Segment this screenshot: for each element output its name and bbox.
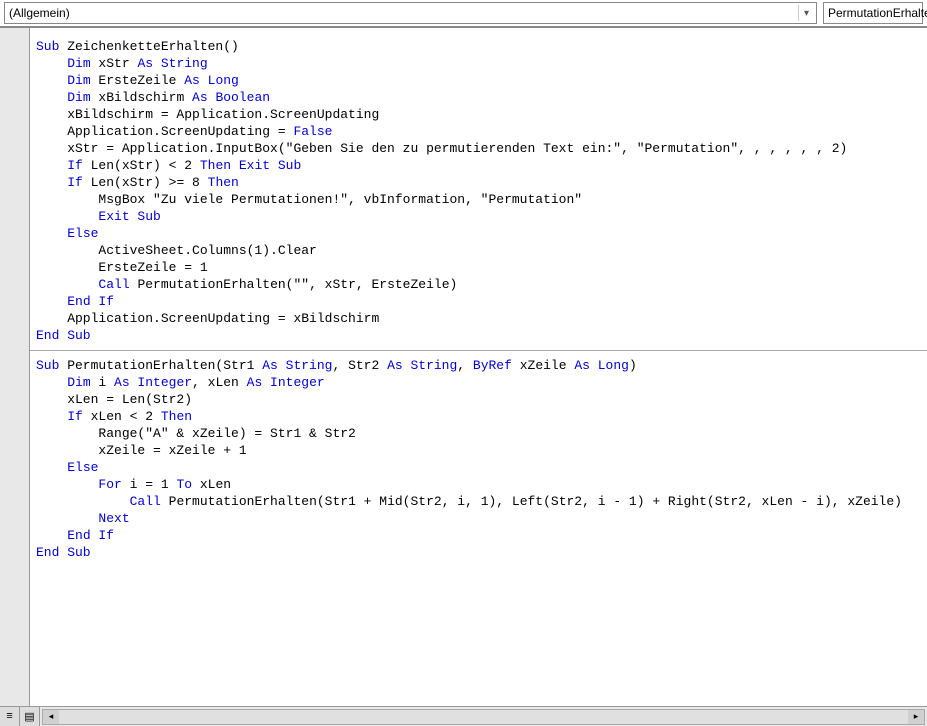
code-line: MsgBox "Zu viele Permutationen!", vbInfo… bbox=[36, 191, 921, 208]
margin-indicator-bar bbox=[0, 28, 30, 706]
code-line: Dim xBildschirm As Boolean bbox=[36, 89, 921, 106]
code-line: Else bbox=[36, 225, 921, 242]
procedure-dropdown-value: PermutationErhalte bbox=[828, 6, 927, 20]
code-line: Application.ScreenUpdating = False bbox=[36, 123, 921, 140]
view-buttons: ≡ ▤ bbox=[0, 707, 40, 726]
editor-wrap: Sub ZeichenketteErhalten() Dim xStr As S… bbox=[0, 27, 927, 706]
code-line: End If bbox=[36, 527, 921, 544]
code-line: Else bbox=[36, 459, 921, 476]
code-editor[interactable]: Sub ZeichenketteErhalten() Dim xStr As S… bbox=[30, 28, 927, 706]
code-line: If xLen < 2 Then bbox=[36, 408, 921, 425]
code-line: End Sub bbox=[36, 544, 921, 561]
horizontal-scrollbar[interactable]: ◂ ▸ bbox=[42, 709, 925, 725]
code-line: Next bbox=[36, 510, 921, 527]
object-dropdown-value: (Allgemein) bbox=[9, 6, 70, 20]
object-dropdown[interactable]: (Allgemein) ▾ bbox=[4, 2, 817, 24]
dropdown-bar: (Allgemein) ▾ PermutationErhalte bbox=[0, 0, 927, 27]
code-line: If Len(xStr) >= 8 Then bbox=[36, 174, 921, 191]
scroll-right-arrow-icon[interactable]: ▸ bbox=[908, 710, 924, 724]
code-line: For i = 1 To xLen bbox=[36, 476, 921, 493]
code-line: xLen = Len(Str2) bbox=[36, 391, 921, 408]
code-line: Dim ErsteZeile As Long bbox=[36, 72, 921, 89]
code-line: End If bbox=[36, 293, 921, 310]
code-line: Dim i As Integer, xLen As Integer bbox=[36, 374, 921, 391]
code-line: Sub PermutationErhalten(Str1 As String, … bbox=[36, 357, 921, 374]
full-module-view-button[interactable]: ▤ bbox=[20, 707, 40, 726]
code-line: xStr = Application.InputBox("Geben Sie d… bbox=[36, 140, 921, 157]
code-line: ErsteZeile = 1 bbox=[36, 259, 921, 276]
code-line: Call PermutationErhalten(Str1 + Mid(Str2… bbox=[36, 493, 921, 510]
code-line: ActiveSheet.Columns(1).Clear bbox=[36, 242, 921, 259]
bottom-bar: ≡ ▤ ◂ ▸ bbox=[0, 706, 927, 726]
scroll-left-arrow-icon[interactable]: ◂ bbox=[43, 710, 59, 724]
code-line: End Sub bbox=[36, 327, 921, 344]
code-line: Exit Sub bbox=[36, 208, 921, 225]
code-line: Sub ZeichenketteErhalten() bbox=[36, 38, 921, 55]
code-line: Dim xStr As String bbox=[36, 55, 921, 72]
code-line: Range("A" & xZeile) = Str1 & Str2 bbox=[36, 425, 921, 442]
code-line: Application.ScreenUpdating = xBildschirm bbox=[36, 310, 921, 327]
code-line: Call PermutationErhalten("", xStr, Erste… bbox=[36, 276, 921, 293]
procedure-separator bbox=[30, 350, 927, 351]
code-line: xBildschirm = Application.ScreenUpdating bbox=[36, 106, 921, 123]
procedure-view-button[interactable]: ≡ bbox=[0, 707, 20, 726]
code-line: If Len(xStr) < 2 Then Exit Sub bbox=[36, 157, 921, 174]
code-line: xZeile = xZeile + 1 bbox=[36, 442, 921, 459]
chevron-down-icon: ▾ bbox=[798, 5, 814, 21]
procedure-dropdown[interactable]: PermutationErhalte bbox=[823, 2, 923, 24]
